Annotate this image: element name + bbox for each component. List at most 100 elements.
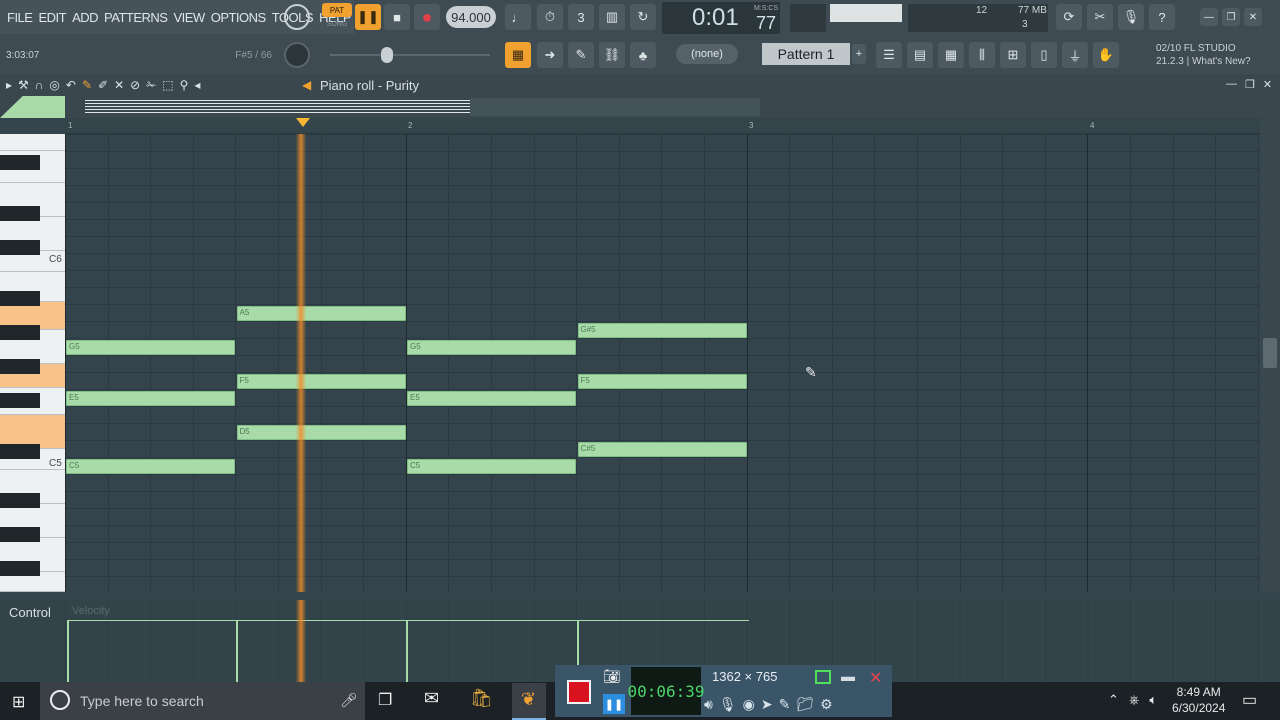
pr-restore-icon[interactable]: ❐ <box>1245 78 1255 91</box>
note[interactable]: C5 <box>407 459 576 474</box>
menu-file[interactable]: FILE <box>4 10 35 25</box>
playhead-marker[interactable] <box>296 118 310 127</box>
note[interactable]: C#5 <box>577 442 747 457</box>
scroll-thumb[interactable] <box>1263 338 1277 368</box>
record-button[interactable]: ● <box>414 4 440 30</box>
recorder-pause-button[interactable]: ❚❚ <box>603 694 625 714</box>
note[interactable]: C5 <box>66 459 235 474</box>
select-icon[interactable]: ⬚ <box>162 78 173 92</box>
news-panel[interactable]: 02/10 FL STUDIO 21.2.3 | What's New? <box>1156 42 1251 68</box>
note[interactable]: G5 <box>66 340 235 355</box>
eraser-icon[interactable]: ✕ <box>114 78 124 92</box>
plugin-database-button[interactable]: ⏚ <box>1062 42 1088 68</box>
browser-button[interactable]: ⊞ <box>1000 42 1026 68</box>
overview-scroll-track[interactable] <box>470 98 760 116</box>
speaker-icon[interactable]: 🔊︎ <box>704 696 713 714</box>
note-grid[interactable]: G5 E5 C5 A5 F5 D5 G5 E5 C5 G#5 F5 C#5 <box>65 134 1260 592</box>
metronome-button[interactable]: ♩ <box>505 4 531 30</box>
mail-icon[interactable]: ✉ <box>424 688 439 709</box>
help-button[interactable]: ? <box>1149 4 1175 30</box>
master-pitch-knob[interactable] <box>284 42 310 68</box>
loop-record-button[interactable]: ↻ <box>630 4 656 30</box>
song-mode-button[interactable]: SONG <box>322 18 352 30</box>
master-pitch-slider[interactable] <box>330 54 490 56</box>
velocity-bar[interactable] <box>406 620 408 682</box>
mic-icon[interactable]: 🎙︎ <box>719 696 737 714</box>
draw-icon[interactable]: ✎ <box>779 696 791 714</box>
note[interactable]: G5 <box>407 340 576 355</box>
key-black[interactable] <box>0 240 40 255</box>
velocity-bar[interactable] <box>67 620 69 682</box>
link-button[interactable]: ⛓ <box>599 42 625 68</box>
stop-button[interactable]: ■ <box>384 4 410 30</box>
key-white[interactable] <box>0 134 65 151</box>
master-volume-knob[interactable] <box>284 4 310 30</box>
typing-keyboard-button[interactable]: ➜ <box>537 42 563 68</box>
stamp-button[interactable]: ♣ <box>630 42 656 68</box>
control-target[interactable]: Velocity <box>72 605 110 617</box>
note[interactable]: G#5 <box>577 323 747 338</box>
minimize-button[interactable]: — <box>1200 8 1218 26</box>
settings-icon[interactable]: ⚙ <box>820 696 833 714</box>
note[interactable]: E5 <box>407 391 576 406</box>
pencil-icon[interactable]: ✎ <box>82 78 92 92</box>
chevron-up-icon[interactable]: ⌃ <box>1108 692 1119 708</box>
camera-icon[interactable]: 📷︎ <box>603 668 621 685</box>
note[interactable]: F5 <box>577 374 747 389</box>
piano-keyboard[interactable]: C6 C5 <box>0 134 65 592</box>
tempo-display[interactable]: 94.000 <box>446 6 496 28</box>
wait-input-button[interactable]: ⏱ <box>537 4 563 30</box>
velocity-bar[interactable] <box>236 620 238 682</box>
pr-close-icon[interactable]: ✕ <box>1263 78 1272 91</box>
pattern-overview[interactable] <box>0 96 1280 118</box>
piano-roll-toggle[interactable]: ▦ <box>505 42 531 68</box>
piano-roll-button[interactable]: ▤ <box>907 42 933 68</box>
taskbar-search[interactable]: Type here to search 🎤︎ <box>40 682 365 720</box>
windows-start-icon[interactable]: ⊞ <box>12 692 25 712</box>
control-label[interactable]: Control <box>9 605 51 620</box>
close-button[interactable]: ✕ <box>1244 8 1262 26</box>
pattern-selector[interactable]: Pattern 1 <box>762 43 850 65</box>
snap-button[interactable]: ✎ <box>568 42 594 68</box>
note[interactable]: E5 <box>66 391 235 406</box>
webcam-icon[interactable]: ◉ <box>743 696 755 714</box>
step-edit-button[interactable]: ▥ <box>599 4 625 30</box>
cursor-icon[interactable]: ➤ <box>761 696 773 714</box>
wrench-icon[interactable]: ⚒ <box>18 78 29 92</box>
pat-mode-button[interactable]: PAT <box>322 3 352 17</box>
task-view-icon[interactable]: ❐ <box>378 690 392 710</box>
slice-icon[interactable]: ✁ <box>146 78 156 92</box>
countdown-button[interactable]: 3 <box>568 4 594 30</box>
key-black[interactable] <box>0 155 40 170</box>
speaker-icon[interactable]: ◂ <box>194 78 200 92</box>
key-black[interactable] <box>0 325 40 340</box>
undo-icon[interactable]: ↶ <box>66 78 76 92</box>
taskbar-clock[interactable]: 8:49 AM 6/30/2024 <box>1172 684 1225 716</box>
microphone-icon[interactable]: 🎤︎ <box>340 692 358 709</box>
note[interactable]: A5 <box>236 306 406 321</box>
song-position-display[interactable]: 0:01 M:S:CS 77 <box>662 2 780 34</box>
region-icon[interactable] <box>815 670 831 684</box>
store-icon[interactable]: 🛍︎ <box>470 688 493 709</box>
vertical-scrollbar[interactable] <box>1260 118 1280 592</box>
slider-handle[interactable] <box>381 47 393 63</box>
audio-input-button[interactable]: 🎙 <box>1118 4 1144 30</box>
mute-icon[interactable]: ⊘ <box>130 78 140 92</box>
recorder-stop-button[interactable] <box>567 680 591 704</box>
menu-options[interactable]: OPTIONS <box>208 10 269 25</box>
notification-icon[interactable]: ▭ <box>1242 690 1257 710</box>
menu-arrow-icon[interactable]: ▸ <box>6 78 12 92</box>
add-pattern-button[interactable]: + <box>852 44 866 64</box>
menu-edit[interactable]: EDIT <box>35 10 69 25</box>
minimize-recorder-icon[interactable]: ▬ <box>841 668 859 686</box>
cut-tool-button[interactable]: ✂ <box>1087 4 1113 30</box>
menu-patterns[interactable]: PATTERNS <box>101 10 170 25</box>
channel-selector[interactable]: (none) <box>676 44 738 64</box>
close-recorder-icon[interactable]: ✕ <box>869 668 887 687</box>
project-info-button[interactable]: ▯ <box>1031 42 1057 68</box>
menu-view[interactable]: VIEW <box>170 10 207 25</box>
folder-icon[interactable]: 📁︎ <box>796 696 814 714</box>
key-black[interactable] <box>0 393 40 408</box>
note[interactable]: F5 <box>236 374 406 389</box>
key-black[interactable] <box>0 359 40 374</box>
